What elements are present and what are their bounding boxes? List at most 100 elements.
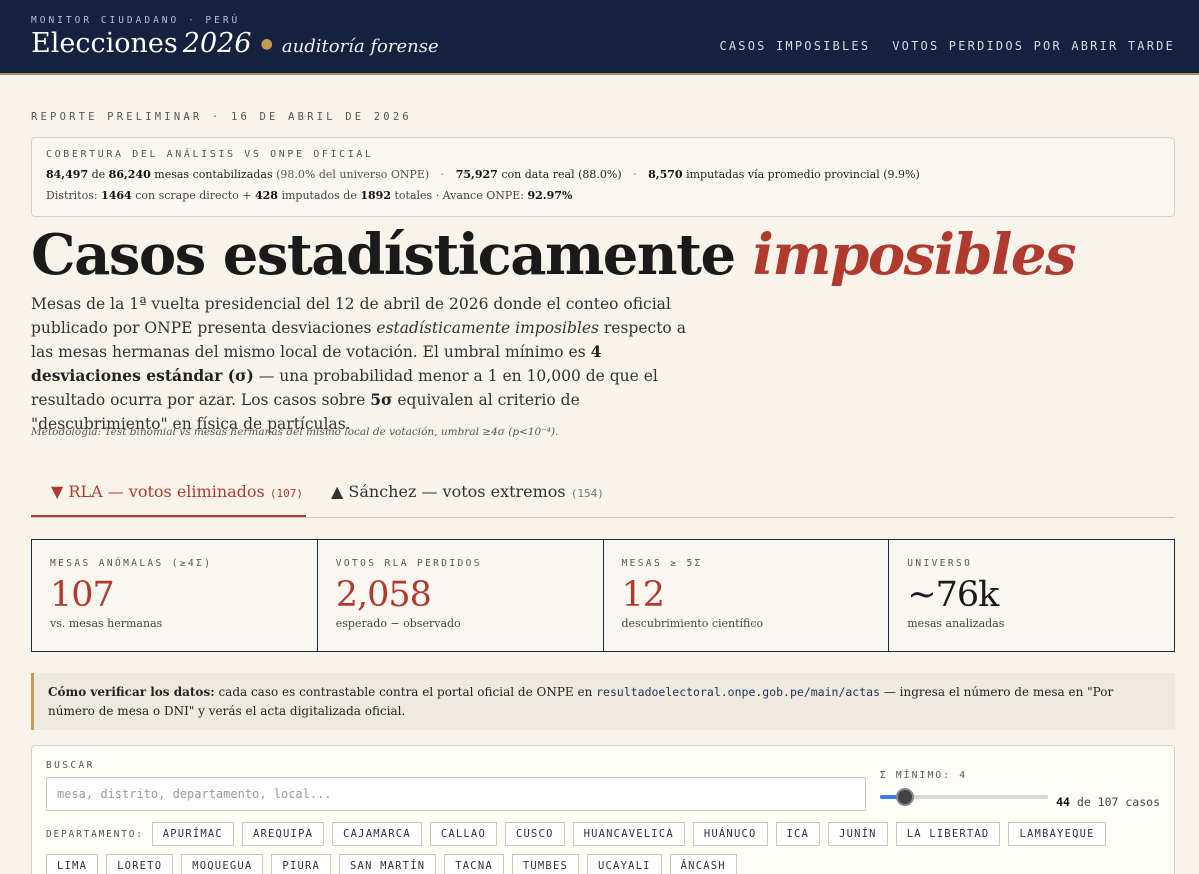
department-chip[interactable]: AREQUIPA — [241, 822, 325, 846]
page-title: Casos estadísticamente imposibles — [31, 222, 1077, 288]
onpe-url-link[interactable]: resultadoelectoral.onpe.gob.pe/main/acta… — [596, 685, 880, 699]
stats-panel: MESAS ANÓMALAS (≥4Σ) 107 vs. mesas herma… — [31, 539, 1175, 652]
mesas-contabilizadas: 84,497 — [46, 168, 89, 181]
result-count: 44 de 107 casos — [1056, 795, 1160, 809]
methodology-note: Metodología: Test binomial vs mesas herm… — [31, 426, 559, 438]
separator: · — [633, 168, 637, 181]
stat-label: MESAS ≥ 5Σ — [621, 558, 703, 569]
main-nav: CASOS IMPOSIBLES VOTOS PERDIDOS POR ABRI… — [719, 39, 1175, 53]
department-chip[interactable]: HUANCAVELICA — [572, 822, 685, 846]
report-label: REPORTE PRELIMINAR · 16 DE ABRIL DE 2026 — [31, 111, 412, 123]
dist-total-text: totales · Avance ONPE: — [394, 189, 525, 202]
tab-rla[interactable]: ▼ RLA — votos eliminados (107) — [51, 482, 303, 501]
dist-scrape: 1464 — [101, 189, 132, 202]
brand-title: Elecciones — [31, 28, 178, 59]
department-chip[interactable]: MOQUEGUA — [181, 854, 264, 874]
mesas-total: 86,240 — [108, 168, 151, 181]
intro-paragraph: Mesas de la 1ª vuelta presidencial del 1… — [31, 292, 701, 436]
nav-votos-perdidos[interactable]: VOTOS PERDIDOS POR ABRIR TARDE — [892, 39, 1175, 53]
department-chip[interactable]: ÁNCASH — [669, 854, 737, 874]
stat-value: 12 — [621, 575, 666, 615]
title-part-b: imposibles — [752, 222, 1077, 288]
department-chip[interactable]: ICA — [775, 822, 821, 846]
imputed-count: 8,570 — [648, 168, 683, 181]
stat-sub: mesas analizadas — [907, 617, 1005, 630]
stat-sub: vs. mesas hermanas — [50, 617, 163, 630]
tab-bar: ▼ RLA — votos eliminados (107) ▲ Sánchez… — [31, 472, 1175, 518]
brand-subtitle: auditoría forense — [281, 36, 439, 57]
dist-imputed: 428 — [254, 189, 278, 202]
separator: · — [440, 168, 445, 181]
tab-label: RLA — votos eliminados — [68, 482, 265, 501]
stat-card: MESAS ≥ 5Σ 12 descubrimiento científico — [604, 540, 890, 651]
stat-value: 107 — [50, 575, 115, 615]
dist-imputed-text: imputados de — [281, 189, 357, 202]
brand-year: 2026 — [182, 28, 252, 59]
dist-label: Distritos: — [46, 189, 98, 202]
tab-sanchez[interactable]: ▲ Sánchez — votos extremos (154) — [331, 482, 604, 501]
sigma-slider[interactable] — [880, 788, 1048, 806]
site-brand[interactable]: Elecciones 2026 ● auditoría forense — [31, 28, 439, 59]
department-chip[interactable]: TUMBES — [511, 854, 579, 874]
filter-panel: BUSCAR Σ MÍNIMO: 4 44 de 107 casos DEPAR… — [31, 745, 1175, 874]
department-chip[interactable]: UCAYALI — [587, 854, 662, 874]
title-part-a: Casos estadísticamente — [31, 222, 736, 288]
department-chip[interactable]: JUNÍN — [828, 822, 888, 846]
department-label: DEPARTAMENTO: — [46, 828, 144, 840]
department-chip[interactable]: LORETO — [106, 854, 174, 874]
mesas-pct: (98.0% del universo ONPE) — [276, 168, 430, 181]
top-bar: MONITOR CIUDADANO · PERÚ Elecciones 2026… — [0, 0, 1199, 75]
stat-sub: descubrimiento científico — [621, 617, 764, 630]
department-chip[interactable]: HUÁNUCO — [692, 822, 768, 846]
imputed-text: imputadas vía promedio provincial (9.9%) — [686, 168, 920, 181]
stat-card: MESAS ANÓMALAS (≥4Σ) 107 vs. mesas herma… — [32, 540, 318, 651]
department-chip[interactable]: LA LIBERTAD — [895, 822, 1001, 846]
coverage-box: COBERTURA DEL ANÁLISIS VS ONPE OFICIAL 8… — [31, 137, 1175, 217]
count-text: de 107 casos — [1076, 795, 1160, 809]
intro-emphasis: estadísticamente imposibles — [376, 319, 599, 337]
real-count: 75,927 — [455, 168, 498, 181]
department-chip[interactable]: CUSCO — [504, 822, 565, 846]
coverage-line-2: Distritos: 1464 con scrape directo + 428… — [46, 189, 1160, 202]
slider-handle[interactable] — [896, 788, 914, 806]
department-chip[interactable]: CAJAMARCA — [332, 822, 422, 846]
mesas-text: mesas contabilizadas — [154, 168, 273, 181]
stat-label: UNIVERSO — [907, 558, 973, 569]
stat-sub: esperado − observado — [335, 617, 461, 630]
department-chip[interactable]: TACNA — [444, 854, 504, 874]
tab-label: Sánchez — votos extremos — [348, 482, 566, 501]
stat-label: MESAS ANÓMALAS (≥4Σ) — [50, 558, 213, 569]
department-chip[interactable]: SAN MARTÍN — [339, 854, 437, 874]
search-input[interactable] — [46, 777, 866, 811]
verify-title: Cómo verificar los datos: — [48, 685, 215, 699]
tab-count: (154) — [570, 487, 604, 500]
department-chip[interactable]: LAMBAYEQUE — [1008, 822, 1106, 846]
tab-count: (107) — [269, 487, 303, 500]
dist-total: 1892 — [360, 189, 391, 202]
department-chip[interactable]: PIURA — [271, 854, 332, 874]
department-chip[interactable]: CALLAO — [429, 822, 497, 846]
stat-label: VOTOS RLA PERDIDOS — [335, 558, 482, 569]
nav-casos-imposibles[interactable]: CASOS IMPOSIBLES — [719, 39, 870, 53]
stat-value: 2,058 — [335, 575, 432, 615]
count-shown: 44 — [1056, 795, 1070, 809]
department-chip[interactable]: APURÍMAC — [151, 822, 234, 846]
intro-bold: 5σ — [370, 390, 393, 409]
dist-scrape-text: con scrape directo + — [135, 189, 252, 202]
department-filter: DEPARTAMENTO: APURÍMAC AREQUIPA CAJAMARCA C… — [46, 822, 1156, 874]
search-label: BUSCAR — [46, 760, 95, 771]
de-text: de — [91, 168, 106, 181]
site-kicker: MONITOR CIUDADANO · PERÚ — [31, 15, 241, 26]
active-tab-underline — [31, 515, 306, 517]
stat-card: VOTOS RLA PERDIDOS 2,058 esperado − obse… — [318, 540, 604, 651]
avance-onpe: 92.97% — [527, 189, 573, 202]
real-text: con data real (88.0%) — [501, 168, 622, 181]
coverage-line-1: 84,497 de 86,240 mesas contabilizadas (9… — [46, 168, 1160, 181]
sigma-label: Σ MÍNIMO: 4 — [880, 770, 968, 781]
brand-dot-icon: ● — [260, 36, 273, 52]
verify-text: cada caso es contrastable contra el port… — [214, 685, 597, 699]
triangle-up-icon: ▲ — [331, 482, 344, 501]
triangle-down-icon: ▼ — [51, 482, 64, 501]
department-chip[interactable]: LIMA — [46, 854, 99, 874]
stat-value: ~76k — [907, 575, 999, 615]
